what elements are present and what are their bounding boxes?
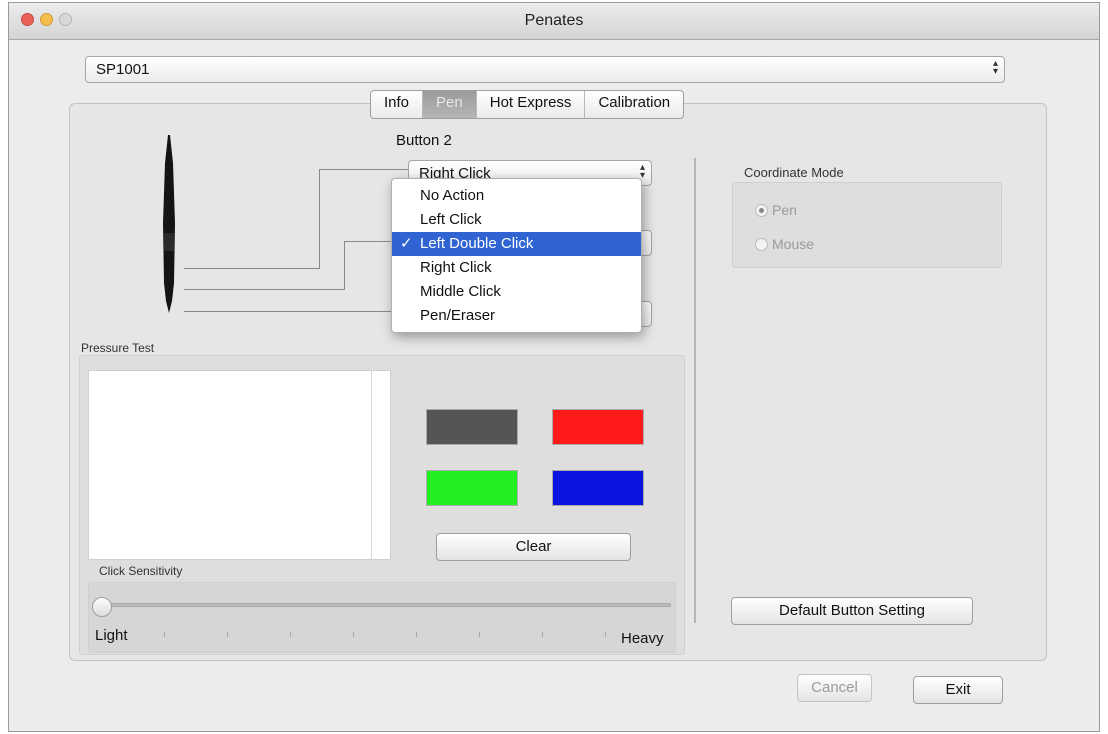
connector-line — [319, 169, 409, 170]
tab-hot-express[interactable]: Hot Express — [477, 91, 586, 118]
menu-item-left-click[interactable]: Left Click — [392, 208, 641, 232]
tab-pen[interactable]: Pen — [423, 91, 477, 118]
coordinate-mode-label: Coordinate Mode — [744, 165, 844, 180]
action-dropdown-menu: No Action Left Click ✓ Left Double Click … — [391, 178, 642, 333]
pressure-test-canvas[interactable] — [88, 370, 391, 560]
slider-tick — [605, 632, 606, 637]
clear-button[interactable]: Clear — [436, 533, 631, 561]
color-swatch-blue[interactable] — [552, 470, 644, 506]
radio-pen[interactable]: Pen — [755, 202, 797, 218]
slider-tick — [479, 632, 480, 637]
sensitivity-slider-track[interactable] — [99, 603, 671, 607]
menu-item-no-action[interactable]: No Action — [392, 184, 641, 208]
connector-line — [344, 241, 345, 290]
connector-line — [184, 311, 394, 312]
click-sensitivity-label: Click Sensitivity — [99, 564, 183, 578]
menu-item-label: Left Click — [420, 211, 482, 228]
slider-tick — [416, 632, 417, 637]
sensitivity-min-label: Light — [95, 627, 128, 644]
connector-line — [344, 241, 392, 242]
cancel-button[interactable]: Cancel — [797, 674, 872, 702]
menu-item-label: Right Click — [420, 259, 492, 276]
coordinate-mode-group — [732, 182, 1002, 268]
radio-selected-icon — [755, 204, 768, 217]
slider-tick — [164, 632, 165, 637]
radio-label: Mouse — [772, 236, 815, 252]
section-divider — [694, 158, 696, 623]
tab-calibration[interactable]: Calibration — [585, 91, 683, 118]
click-sensitivity-group — [88, 582, 676, 653]
color-swatch-red[interactable] — [552, 409, 644, 445]
connector-line — [184, 268, 319, 269]
menu-item-left-double-click[interactable]: ✓ Left Double Click — [392, 232, 641, 256]
slider-tick — [353, 632, 354, 637]
updown-arrows-icon: ▴ ▾ — [639, 162, 645, 181]
connector-line — [184, 289, 344, 290]
menu-item-label: No Action — [420, 187, 485, 204]
checkmark-icon: ✓ — [400, 235, 413, 252]
exit-button[interactable]: Exit — [913, 676, 1003, 704]
title-bar: Penates — [9, 3, 1099, 40]
pressure-test-label: Pressure Test — [81, 341, 155, 355]
menu-item-right-click[interactable]: Right Click — [392, 256, 641, 280]
device-select[interactable]: SP1001 ▴ ▾ — [85, 56, 1005, 83]
slider-tick — [542, 632, 543, 637]
tab-info[interactable]: Info — [371, 91, 424, 118]
menu-item-pen-eraser[interactable]: Pen/Eraser — [392, 304, 641, 328]
app-window: Penates SP1001 ▴ ▾ Info Pen Hot Express C… — [8, 2, 1100, 732]
default-button-setting-button[interactable]: Default Button Setting — [731, 597, 973, 625]
menu-item-label: Pen/Eraser — [420, 307, 496, 324]
sensitivity-slider-knob[interactable] — [92, 597, 112, 617]
slider-tick — [227, 632, 228, 637]
window-title: Penates — [524, 12, 584, 29]
menu-item-middle-click[interactable]: Middle Click — [392, 280, 641, 304]
device-select-value: SP1001 — [96, 61, 150, 78]
updown-arrows-icon: ▴ ▾ — [992, 58, 998, 77]
menu-item-label: Left Double Click — [420, 235, 534, 252]
connector-line — [319, 169, 320, 269]
color-swatch-green[interactable] — [426, 470, 518, 506]
radio-unselected-icon — [755, 238, 768, 251]
pen-illustration — [163, 135, 175, 313]
slider-tick — [290, 632, 291, 637]
radio-mouse[interactable]: Mouse — [755, 236, 814, 252]
color-swatch-gray[interactable] — [426, 409, 518, 445]
tab-bar: Info Pen Hot Express Calibration — [370, 90, 685, 119]
sensitivity-max-label: Heavy — [621, 630, 664, 647]
button-2-label: Button 2 — [396, 132, 452, 149]
menu-item-label: Middle Click — [420, 283, 501, 300]
radio-label: Pen — [772, 202, 797, 218]
